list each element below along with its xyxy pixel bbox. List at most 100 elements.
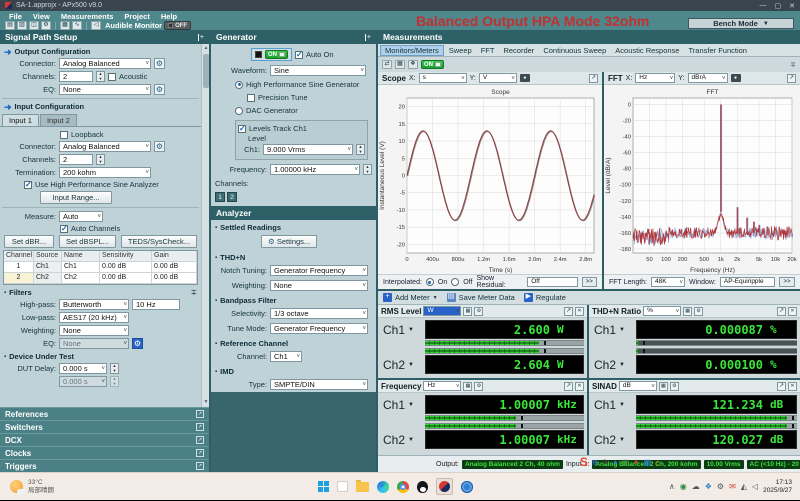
menu-file[interactable]: File (4, 12, 27, 21)
meter-format-icon[interactable]: ▦ (463, 381, 473, 391)
meter-format-icon[interactable]: ▦ (658, 381, 668, 391)
gen-channel-2-button[interactable]: 2 (227, 192, 237, 202)
ime-image-icon[interactable]: ▣ (621, 458, 629, 467)
settings-button[interactable]: ⚙ Settings... (261, 235, 318, 248)
file-explorer-icon[interactable] (356, 479, 369, 492)
expand-icon[interactable]: ↗ (196, 462, 204, 470)
tray-volume-icon[interactable]: ◁ (752, 482, 758, 491)
dut-delay-select[interactable]: 0.000 s (59, 363, 107, 374)
fft-y-select[interactable]: dBrA (687, 73, 728, 83)
accordion-dcx[interactable]: DCX ↗ (0, 433, 209, 446)
accordion-switchers[interactable]: Switchers ↗ (0, 420, 209, 433)
fft-chart[interactable]: FFT Frequency (Hz) Level (dBrA) 0 -20 -40 -60 -… (604, 85, 800, 274)
ime-skin-icon[interactable]: ✦ (633, 458, 640, 467)
loopback-checkbox[interactable] (60, 130, 68, 139)
pin-icon[interactable]: ∓ (790, 61, 796, 69)
tile-view-icon[interactable]: ❖ (408, 60, 418, 69)
menu-project[interactable]: Project (119, 12, 154, 21)
tray-bluetooth-icon[interactable]: ❖ (705, 482, 712, 491)
meter-settings-icon[interactable]: ⚙ (694, 306, 704, 316)
expand-icon[interactable]: ↗ (196, 436, 204, 444)
channel-label[interactable]: Ch1 ▼ (592, 398, 634, 412)
regulate-button[interactable]: ▶ Regulate (523, 293, 566, 302)
interpolated-on-radio[interactable] (425, 278, 434, 286)
input-connector-settings-icon[interactable]: ⚙ (154, 141, 165, 152)
imd-type-select[interactable]: SMPTE/DIN (270, 379, 368, 390)
fft-more-button[interactable]: >> (779, 277, 795, 287)
connector-settings-icon[interactable]: ⚙ (154, 58, 165, 69)
output-channels-input[interactable]: 2 (59, 71, 93, 82)
input-channels-stepper[interactable]: ▲ ▼ (96, 154, 105, 165)
range-status-badge[interactable]: 10.00 Vrms (703, 459, 744, 469)
tray-qq-icon[interactable]: ◉ (680, 482, 687, 491)
hp-analyzer-checkbox[interactable] (24, 180, 32, 189)
accordion-triggers[interactable]: Triggers ↗ (0, 459, 209, 472)
tray-expand-icon[interactable]: ∧ (669, 482, 675, 491)
acoustic-checkbox[interactable] (108, 72, 116, 81)
set-dbspl-button[interactable]: Set dBSPL... (58, 235, 116, 248)
levels-track-checkbox[interactable] (238, 124, 246, 133)
scroll-down-icon[interactable]: ▼ (202, 398, 209, 407)
scrollbar-thumb[interactable] (203, 54, 209, 88)
precision-tune-checkbox[interactable] (247, 93, 255, 102)
gen-channel-1-button[interactable]: 1 (215, 192, 225, 202)
scope-chart[interactable]: Scope Time (s) Instantaneous Level (V) 20 15… (378, 85, 602, 274)
edge-icon[interactable] (377, 480, 389, 493)
dac-generator-radio[interactable] (235, 106, 243, 115)
tab-monitors-meters[interactable]: Monitors/Meters (380, 44, 444, 56)
channel-label[interactable]: Ch1 ▼ (381, 398, 423, 412)
save-meter-data-button[interactable]: ▤ Save Meter Data (446, 293, 515, 302)
ime-home-icon[interactable]: ⌂ (655, 458, 660, 467)
sogou-logo-icon[interactable]: S (580, 455, 588, 469)
channels-stepper[interactable]: ▲ ▼ (96, 71, 105, 82)
measure-select[interactable]: Auto (59, 211, 103, 222)
ime-mode-icon[interactable]: ⊕ (592, 458, 599, 467)
analyzer-view-icon[interactable]: ▦ (60, 21, 70, 30)
scope-more-button[interactable]: >> (581, 277, 597, 287)
tray-cloud-icon[interactable]: ☁ (692, 482, 700, 491)
output-eq-select[interactable]: None (59, 84, 151, 95)
pin-icon[interactable]: + (197, 33, 204, 41)
channel-label[interactable]: Ch2 ▼ (381, 433, 423, 447)
unit-select[interactable]: % (643, 306, 682, 316)
tab-input-1[interactable]: Input 1 (2, 114, 39, 126)
expand-icon[interactable]: ↗ (564, 381, 573, 391)
search-icon[interactable] (337, 481, 348, 492)
dut-delay-stepper[interactable]: ▲ ▼ (110, 363, 119, 374)
close-icon[interactable]: ✕ (788, 381, 797, 391)
minimize-icon[interactable]: — (760, 2, 767, 10)
fft-length-select[interactable]: 48K (651, 277, 686, 287)
notch-tuning-select[interactable]: Generator Frequency (270, 265, 368, 276)
settings-gear-icon[interactable]: ⚙ (41, 21, 51, 30)
close-icon[interactable]: ✕ (789, 2, 795, 10)
eq-settings-icon[interactable]: ⚙ (154, 84, 165, 95)
meter-settings-icon[interactable]: ⚙ (669, 381, 679, 391)
menu-view[interactable]: View (28, 12, 55, 21)
apx500-taskbar-icon[interactable] (436, 478, 453, 495)
input-range-button[interactable]: Input Range... (40, 191, 112, 204)
waveform-select[interactable]: Sine (270, 65, 366, 76)
unit-select[interactable]: Hz (423, 381, 462, 391)
generator-on-toggle[interactable]: ON (251, 48, 292, 61)
low-pass-select[interactable]: AES17 (20 kHz) (59, 312, 129, 323)
interpolated-off-radio[interactable] (451, 278, 460, 286)
menu-help[interactable]: Help (156, 12, 182, 21)
channel-label[interactable]: Ch2 ▼ (592, 433, 634, 447)
camera-icon[interactable]: ● (730, 74, 741, 82)
scope-x-select[interactable]: s (418, 73, 467, 83)
coupling-status-badge[interactable]: AC (<10 Hz) - 20 kHz (746, 459, 800, 469)
tray-network-icon[interactable]: ◭ (741, 482, 747, 491)
monitor-icon[interactable]: ◫ (29, 21, 39, 30)
monitor-on-toggle[interactable]: ON (421, 60, 444, 69)
gen-frequency-stepper[interactable]: ▲ ▼ (363, 164, 372, 175)
camera-icon[interactable]: ● (519, 74, 530, 82)
teds-syscheck-button[interactable]: TEDS/SysCheck... (120, 235, 197, 248)
waveform-view-icon[interactable]: ∿ (72, 21, 82, 30)
unit-select[interactable]: W (423, 306, 462, 316)
scope-y-select[interactable]: V (478, 73, 517, 83)
tab-continuous-sweep[interactable]: Continuous Sweep (539, 45, 610, 56)
expand-icon[interactable]: ↗ (777, 381, 786, 391)
tray-mail-icon[interactable]: ✉ (729, 482, 736, 491)
output-connector-select[interactable]: Analog Balanced (59, 58, 151, 69)
layout-icon[interactable]: ⇄ (382, 60, 392, 69)
